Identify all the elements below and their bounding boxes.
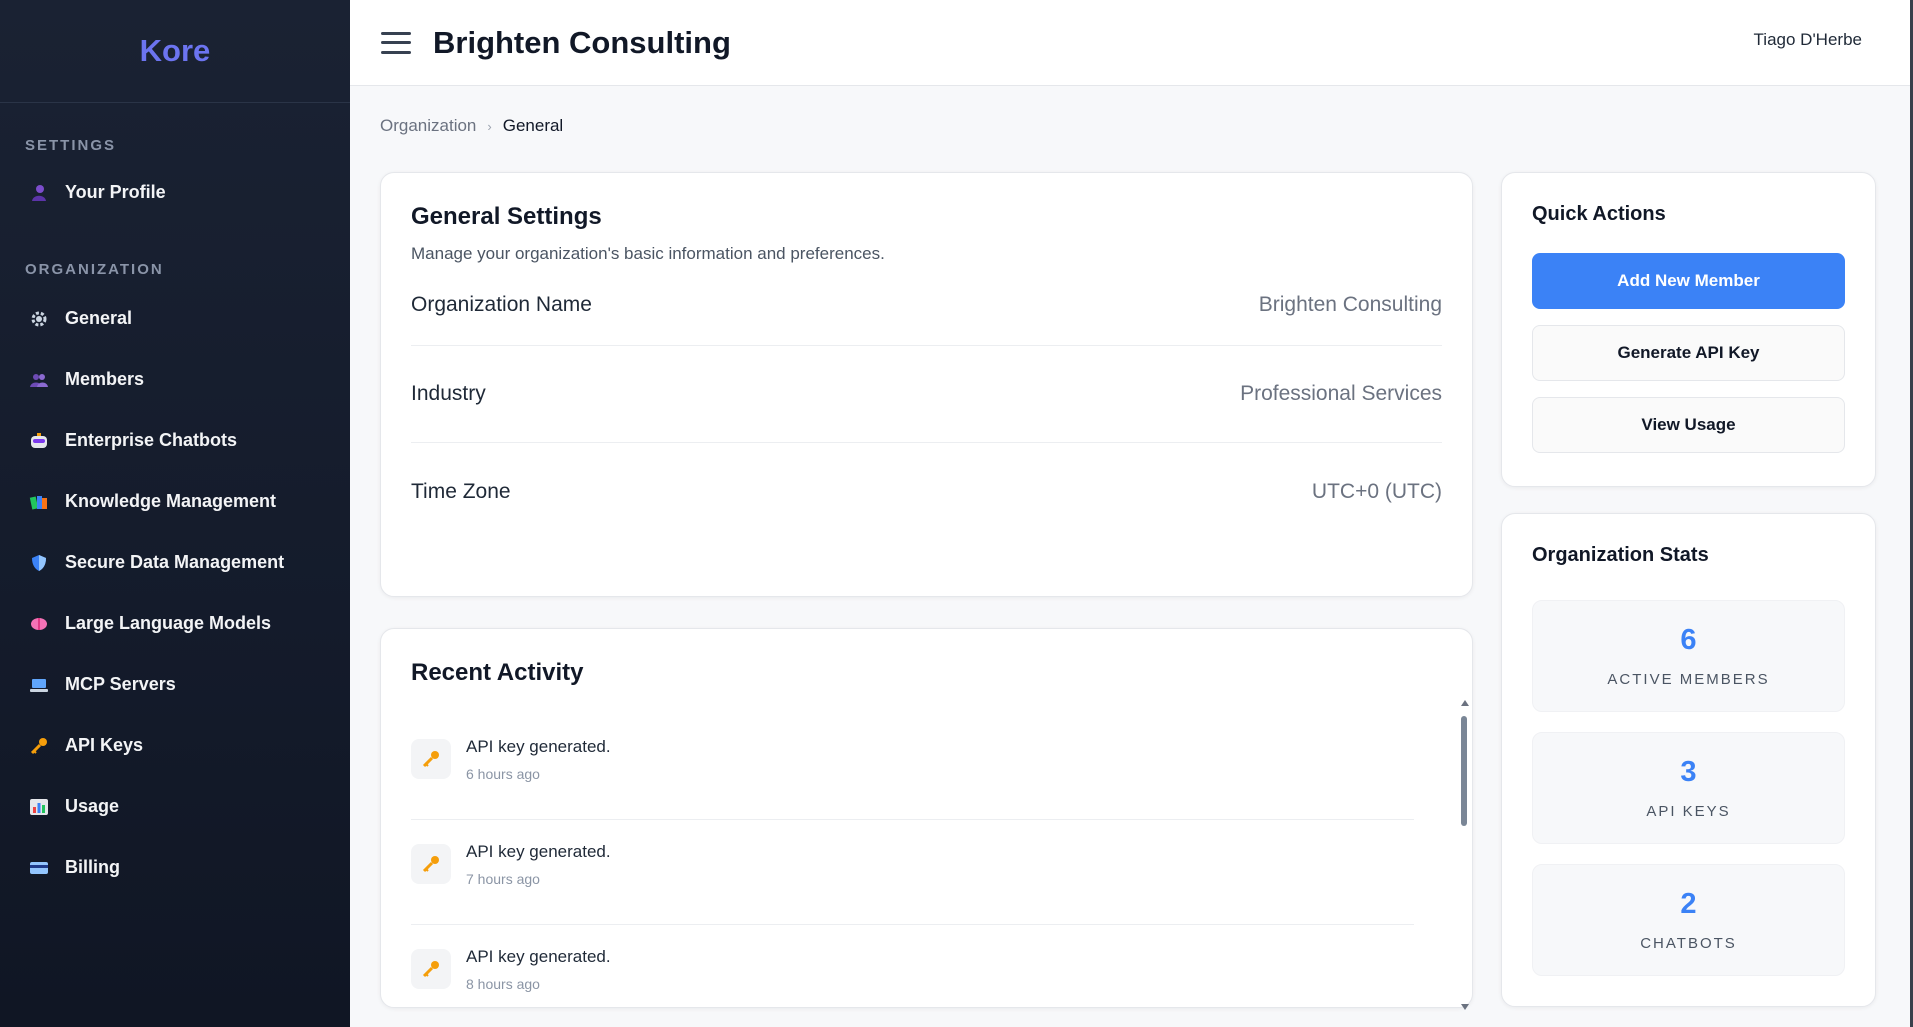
- sidebar-item-label: Knowledge Management: [65, 491, 277, 511]
- sidebar-item-label: API Keys: [65, 735, 144, 755]
- view-usage-button[interactable]: View Usage: [1532, 397, 1845, 453]
- user-menu[interactable]: Tiago D'Herbe: [1754, 30, 1862, 50]
- field-industry: Industry Professional Services: [411, 346, 1442, 443]
- key-icon: [28, 735, 50, 757]
- sidebar-item-knowledge-management[interactable]: Knowledge Management: [0, 471, 350, 532]
- sidebar-item-api-keys[interactable]: API Keys: [0, 715, 350, 776]
- brand-logo[interactable]: Kore: [0, 0, 350, 103]
- scroll-down-icon[interactable]: [1461, 1004, 1469, 1010]
- breadcrumb: Organization › General: [380, 116, 563, 136]
- bar-chart-icon: [28, 796, 50, 818]
- stat-label: CHATBOTS: [1640, 935, 1737, 952]
- recent-activity-title: Recent Activity: [411, 659, 584, 686]
- sidebar-item-label: General: [65, 308, 133, 328]
- sidebar-item-label: Secure Data Management: [65, 552, 285, 572]
- robot-icon: [28, 430, 50, 452]
- stat-value: 2: [1680, 888, 1697, 920]
- sidebar-item-members[interactable]: Members: [0, 349, 350, 410]
- computer-icon: [28, 674, 50, 696]
- field-time-zone: Time Zone UTC+0 (UTC): [411, 443, 1442, 540]
- scroll-up-icon[interactable]: [1461, 700, 1469, 706]
- sidebar-item-label: Usage: [65, 796, 120, 816]
- menu-toggle-icon[interactable]: [381, 31, 411, 54]
- chevron-right-icon: ›: [487, 118, 492, 134]
- organization-stats-card: Organization Stats 6 ACTIVE MEMBERS 3 AP…: [1501, 513, 1876, 1007]
- stat-value: 6: [1680, 624, 1697, 656]
- sidebar-item-large-language-models[interactable]: Large Language Models: [0, 593, 350, 654]
- activity-time: 8 hours ago: [466, 976, 540, 992]
- field-label: Time Zone: [411, 479, 511, 503]
- stat-value: 3: [1680, 756, 1697, 788]
- list-item: API key generated. 6 hours ago: [411, 715, 1414, 820]
- sidebar-item-billing[interactable]: Billing: [0, 837, 350, 898]
- field-organization-name: Organization Name Brighten Consulting: [411, 264, 1442, 346]
- sidebar-item-label: Your Profile: [65, 182, 166, 202]
- stat-label: ACTIVE MEMBERS: [1607, 671, 1770, 688]
- sidebar-item-mcp-servers[interactable]: MCP Servers: [0, 654, 350, 715]
- sidebar-item-label: Enterprise Chatbots: [65, 430, 238, 450]
- add-new-member-button[interactable]: Add New Member: [1532, 253, 1845, 309]
- sidebar-item-label: MCP Servers: [65, 674, 176, 694]
- gear-icon: [28, 308, 50, 330]
- page-title: Brighten Consulting: [433, 24, 731, 60]
- sidebar-item-your-profile[interactable]: Your Profile: [0, 162, 350, 223]
- scroll-thumb[interactable]: [1461, 716, 1467, 826]
- recent-activity-card: Recent Activity API key generated. 6 hou…: [380, 628, 1473, 1008]
- topbar: Brighten Consulting Tiago D'Herbe: [350, 0, 1913, 86]
- credit-card-icon: [28, 857, 50, 879]
- sidebar-item-general[interactable]: General: [0, 288, 350, 349]
- sidebar: Kore SETTINGS Your Profile ORGANIZATION …: [0, 0, 350, 1027]
- sidebar-item-enterprise-chatbots[interactable]: Enterprise Chatbots: [0, 410, 350, 471]
- stat-api-keys: 3 API KEYS: [1532, 732, 1845, 844]
- field-value: Professional Services: [1240, 382, 1442, 405]
- activity-text: API key generated.: [466, 842, 611, 861]
- sidebar-item-secure-data-management[interactable]: Secure Data Management: [0, 532, 350, 593]
- stat-chatbots: 2 CHATBOTS: [1532, 864, 1845, 976]
- general-settings-card: General Settings Manage your organizatio…: [380, 172, 1473, 597]
- activity-scrollbar[interactable]: [1459, 700, 1469, 1010]
- key-icon: [411, 739, 451, 779]
- list-item: API key generated. 7 hours ago: [411, 820, 1414, 925]
- sidebar-item-label: Billing: [65, 857, 120, 877]
- person-icon: [28, 182, 50, 204]
- list-item: API key generated. 8 hours ago: [411, 925, 1414, 1007]
- breadcrumb-organization[interactable]: Organization: [380, 116, 476, 136]
- sidebar-section-organization: ORGANIZATION: [25, 261, 164, 278]
- activity-text: API key generated.: [466, 737, 611, 756]
- activity-time: 6 hours ago: [466, 766, 540, 782]
- key-icon: [411, 844, 451, 884]
- quick-actions-title: Quick Actions: [1532, 203, 1666, 225]
- sidebar-section-settings: SETTINGS: [25, 137, 117, 154]
- general-settings-subtitle: Manage your organization's basic informa…: [411, 244, 885, 263]
- organization-stats-title: Organization Stats: [1532, 544, 1709, 566]
- general-settings-title: General Settings: [411, 203, 602, 230]
- field-label: Industry: [411, 382, 486, 405]
- key-icon: [411, 949, 451, 989]
- sidebar-item-label: Large Language Models: [65, 613, 272, 633]
- quick-actions-card: Quick Actions Add New Member Generate AP…: [1501, 172, 1876, 487]
- generate-api-key-button[interactable]: Generate API Key: [1532, 325, 1845, 381]
- people-icon: [28, 369, 50, 391]
- sidebar-item-label: Members: [65, 369, 145, 389]
- field-value: UTC+0 (UTC): [1311, 479, 1442, 503]
- stat-label: API KEYS: [1646, 803, 1731, 820]
- stat-active-members: 6 ACTIVE MEMBERS: [1532, 600, 1845, 712]
- activity-list[interactable]: API key generated. 6 hours ago API key g…: [411, 715, 1442, 1007]
- activity-text: API key generated.: [466, 947, 611, 966]
- brain-icon: [28, 613, 50, 635]
- books-icon: [28, 491, 50, 513]
- activity-time: 7 hours ago: [466, 871, 540, 887]
- breadcrumb-current: General: [502, 116, 564, 135]
- field-value: Brighten Consulting: [1258, 292, 1442, 316]
- shield-icon: [28, 552, 50, 574]
- field-label: Organization Name: [411, 292, 592, 316]
- sidebar-item-usage[interactable]: Usage: [0, 776, 350, 837]
